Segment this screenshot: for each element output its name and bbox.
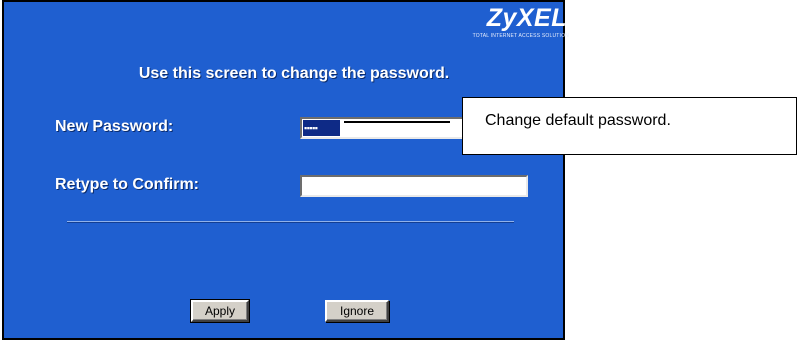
ignore-button[interactable]: Ignore — [325, 300, 389, 322]
screenshot-stage: ZyXEL TOTAL INTERNET ACCESS SOLUTION Use… — [0, 0, 800, 343]
zyxel-logo: ZyXEL TOTAL INTERNET ACCESS SOLUTION — [461, 4, 571, 48]
page-heading: Use this screen to change the password. — [138, 65, 450, 82]
retype-password-input[interactable] — [300, 175, 528, 197]
logo-wordmark: ZyXEL — [486, 4, 567, 32]
retype-password-label: Retype to Confirm: — [55, 176, 199, 193]
new-password-label: New Password: — [55, 118, 174, 135]
logo-tagline: TOTAL INTERNET ACCESS SOLUTION — [472, 33, 569, 39]
annotation-callout: Change default password. — [462, 97, 797, 155]
section-divider — [67, 221, 514, 223]
apply-button[interactable]: Apply — [190, 299, 250, 323]
new-password-input[interactable] — [300, 117, 470, 139]
password-panel: ZyXEL TOTAL INTERNET ACCESS SOLUTION Use… — [2, 0, 569, 340]
